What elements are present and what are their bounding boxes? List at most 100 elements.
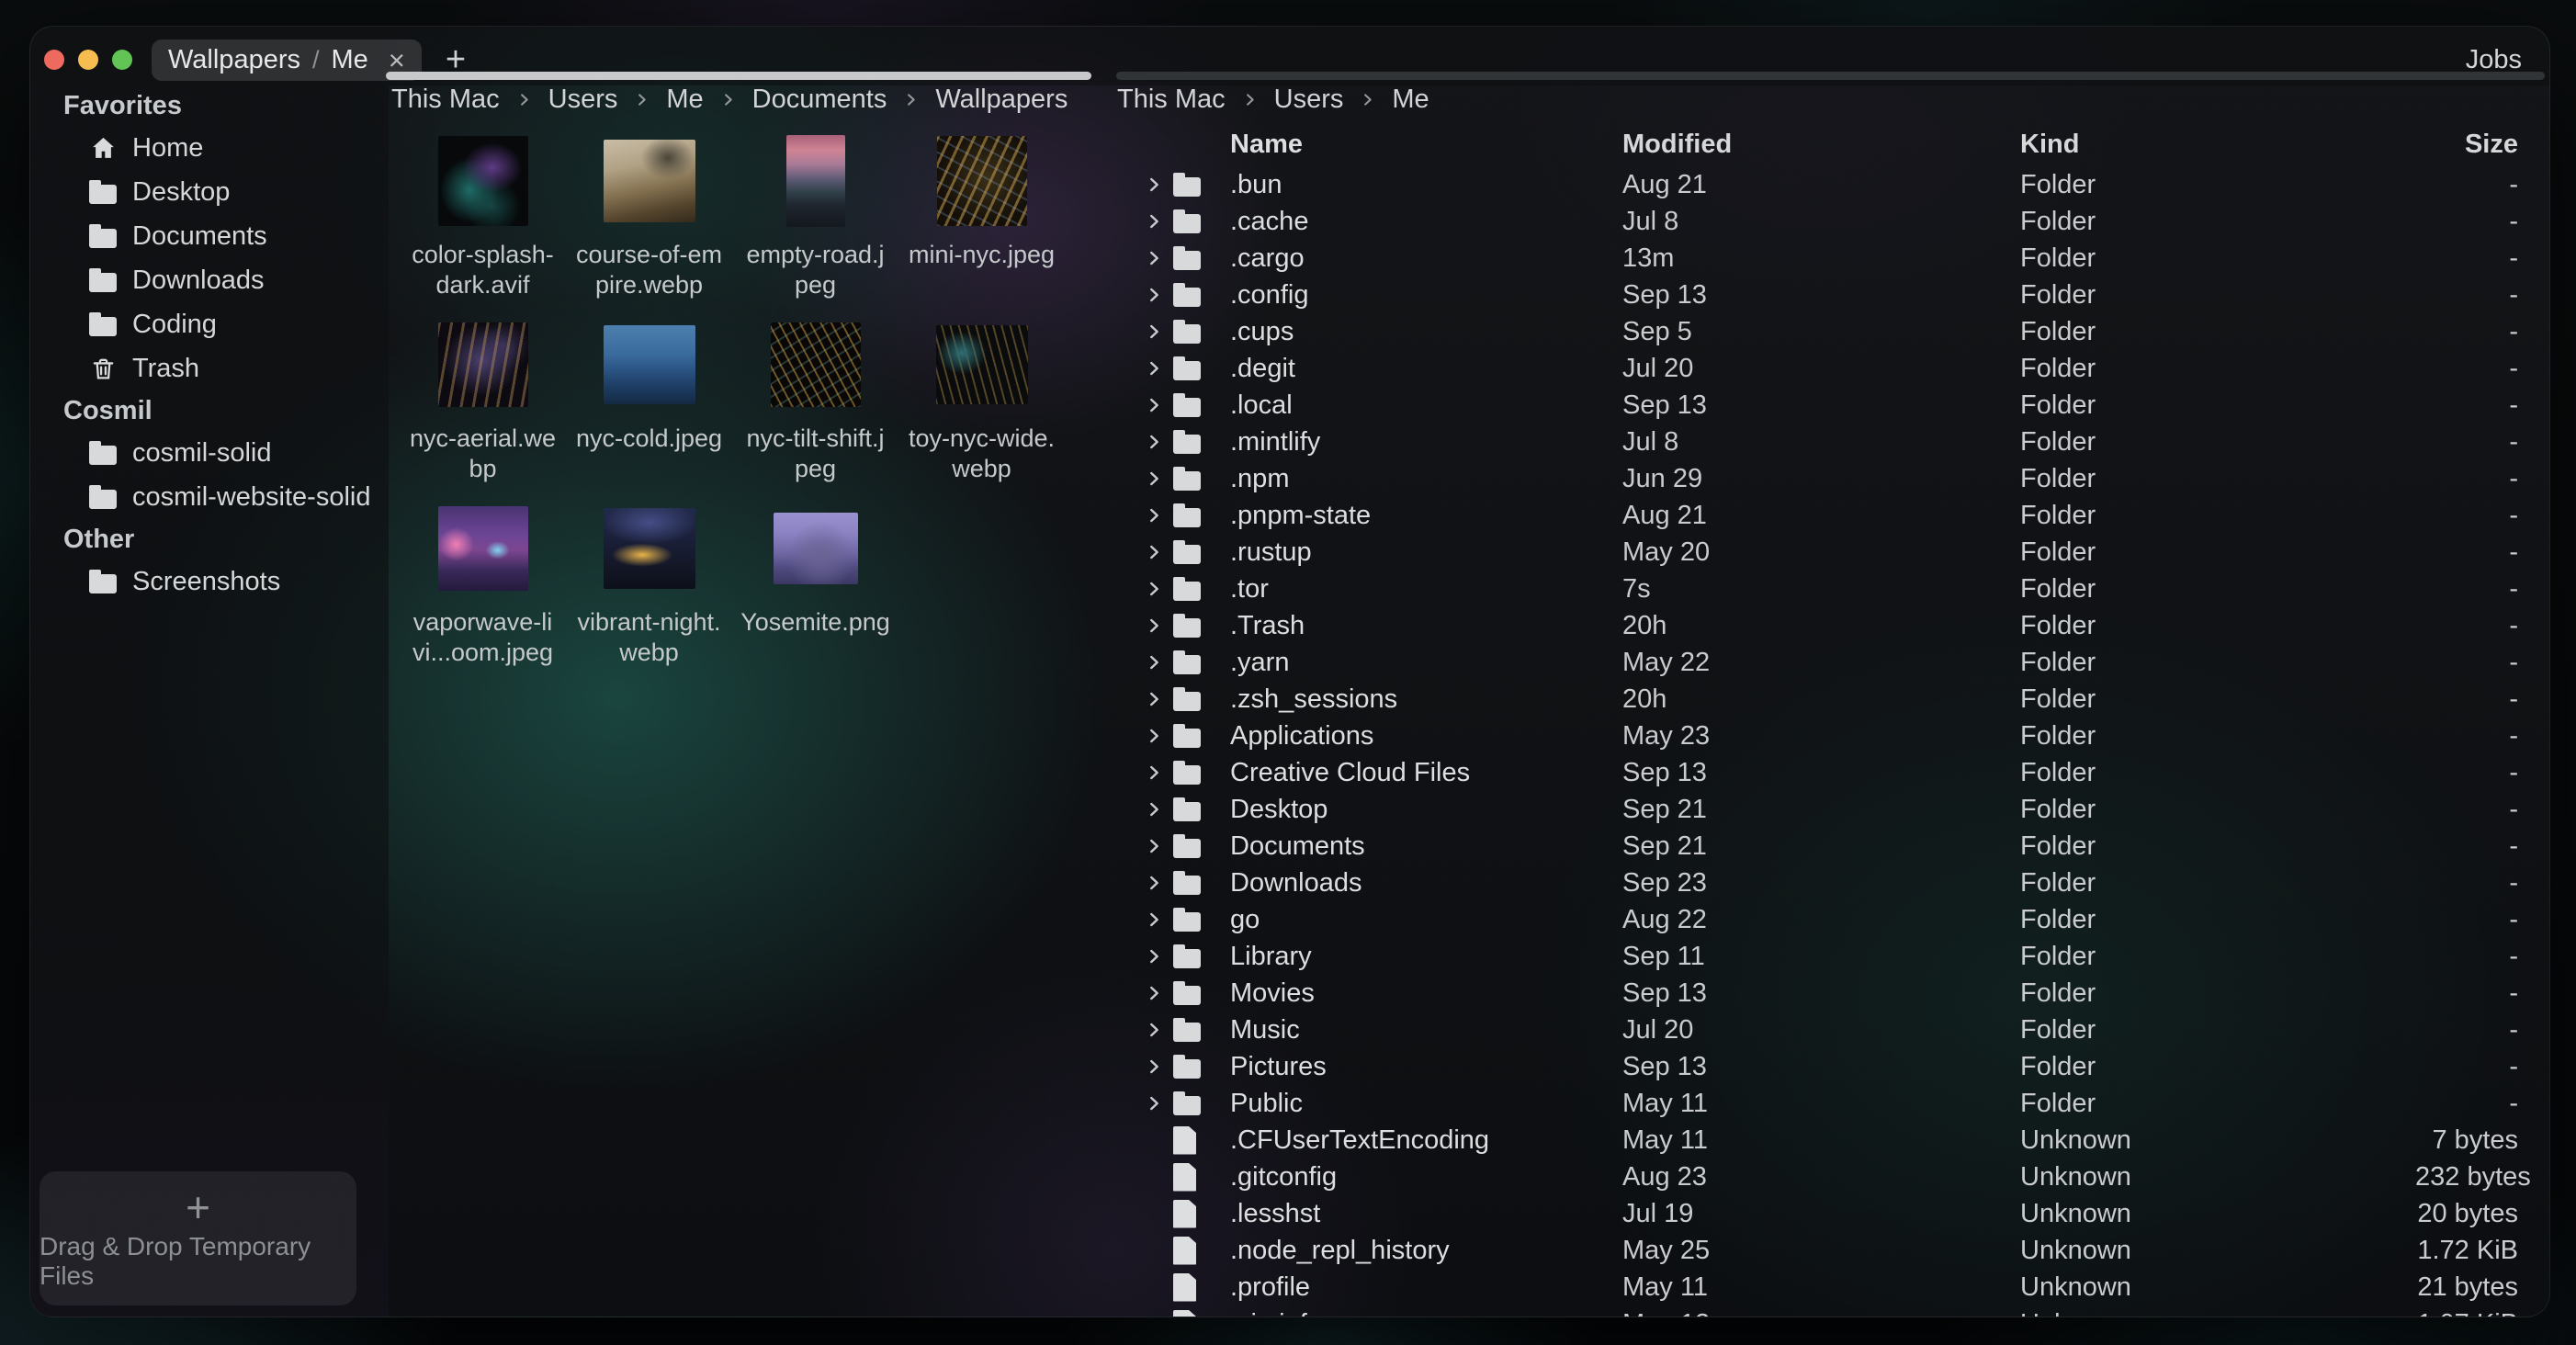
- sidebar-item-desktop[interactable]: Desktop: [30, 170, 389, 214]
- table-row[interactable]: .bunAug 21Folder-: [1129, 166, 2518, 203]
- file-grid-item[interactable]: empty-road.jpeg: [732, 130, 898, 313]
- table-row[interactable]: DownloadsSep 23Folder-: [1129, 865, 2518, 901]
- sidebar-item-downloads[interactable]: Downloads: [30, 258, 389, 302]
- table-row[interactable]: .node_repl_historyMay 25Unknown1.72 KiB: [1129, 1232, 2518, 1269]
- disclosure-chevron-icon[interactable]: [1129, 1057, 1171, 1077]
- breadcrumb-item[interactable]: Users: [548, 85, 618, 115]
- tab-wallpapers-me[interactable]: Wallpapers / Me ×: [152, 40, 422, 81]
- table-row[interactable]: .cupsSep 5Folder-: [1129, 313, 2518, 350]
- row-modified: May 11: [1622, 1125, 2020, 1156]
- sidebar-item-documents[interactable]: Documents: [30, 214, 389, 258]
- disclosure-chevron-icon[interactable]: [1129, 763, 1171, 783]
- sidebar-item-screenshots[interactable]: Screenshots: [30, 559, 389, 604]
- disclosure-chevron-icon[interactable]: [1129, 211, 1171, 232]
- disclosure-chevron-icon[interactable]: [1129, 432, 1171, 452]
- breadcrumb-item[interactable]: Me: [1392, 85, 1429, 115]
- disclosure-chevron-icon[interactable]: [1129, 1093, 1171, 1113]
- disclosure-chevron-icon[interactable]: [1129, 285, 1171, 305]
- column-header-modified[interactable]: Modified: [1622, 130, 2020, 160]
- column-header-kind[interactable]: Kind: [2020, 130, 2415, 160]
- disclosure-chevron-icon[interactable]: [1129, 873, 1171, 893]
- table-row[interactable]: .Trash20hFolder-: [1129, 607, 2518, 644]
- file-grid-item[interactable]: toy-nyc-wide.webp: [898, 313, 1065, 497]
- breadcrumb-item[interactable]: Me: [666, 85, 703, 115]
- table-row[interactable]: DocumentsSep 21Folder-: [1129, 828, 2518, 865]
- disclosure-chevron-icon[interactable]: [1129, 358, 1171, 379]
- table-row[interactable]: ApplicationsMay 23Folder-: [1129, 718, 2518, 754]
- breadcrumb-item[interactable]: Wallpapers: [935, 85, 1068, 115]
- table-row[interactable]: .npmJun 29Folder-: [1129, 460, 2518, 497]
- table-row[interactable]: PublicMay 11Folder-: [1129, 1085, 2518, 1122]
- disclosure-chevron-icon[interactable]: [1129, 689, 1171, 709]
- table-row[interactable]: .profileMay 11Unknown21 bytes: [1129, 1269, 2518, 1305]
- table-row[interactable]: .gitconfigAug 23Unknown232 bytes: [1129, 1159, 2518, 1195]
- breadcrumb-item[interactable]: Users: [1274, 85, 1344, 115]
- file-grid-item[interactable]: nyc-tilt-shift.jpeg: [732, 313, 898, 497]
- table-row[interactable]: .degitJul 20Folder-: [1129, 350, 2518, 387]
- disclosure-chevron-icon[interactable]: [1129, 1020, 1171, 1040]
- column-header-name[interactable]: Name: [1217, 130, 1622, 160]
- close-window-button[interactable]: [44, 50, 64, 70]
- disclosure-chevron-icon[interactable]: [1129, 469, 1171, 489]
- table-row[interactable]: goAug 22Folder-: [1129, 901, 2518, 938]
- table-row[interactable]: LibrarySep 11Folder-: [1129, 938, 2518, 975]
- tab-close-icon[interactable]: ×: [389, 46, 405, 74]
- table-row[interactable]: PicturesSep 13Folder-: [1129, 1048, 2518, 1085]
- table-row[interactable]: .localSep 13Folder-: [1129, 387, 2518, 424]
- zoom-window-button[interactable]: [112, 50, 132, 70]
- disclosure-chevron-icon[interactable]: [1129, 248, 1171, 268]
- table-row[interactable]: .yarnMay 22Folder-: [1129, 644, 2518, 681]
- file-thumbnail: [774, 513, 858, 584]
- table-row[interactable]: MusicJul 20Folder-: [1129, 1012, 2518, 1048]
- row-name: .pnpm-state: [1217, 501, 1622, 531]
- table-row[interactable]: MoviesSep 13Folder-: [1129, 975, 2518, 1012]
- table-row[interactable]: .lesshstJul 19Unknown20 bytes: [1129, 1195, 2518, 1232]
- folder-icon: [1171, 650, 1217, 674]
- disclosure-chevron-icon[interactable]: [1129, 616, 1171, 636]
- disclosure-chevron-icon[interactable]: [1129, 652, 1171, 672]
- table-row[interactable]: .CFUserTextEncodingMay 11Unknown7 bytes: [1129, 1122, 2518, 1159]
- table-row[interactable]: .viminfoMay 12Unknown1.07 KiB: [1129, 1305, 2518, 1317]
- table-row[interactable]: .cargo13mFolder-: [1129, 240, 2518, 277]
- disclosure-chevron-icon[interactable]: [1129, 946, 1171, 966]
- breadcrumb-item[interactable]: Documents: [752, 85, 887, 115]
- disclosure-chevron-icon[interactable]: [1129, 836, 1171, 856]
- file-grid-item[interactable]: mini-nyc.jpeg: [898, 130, 1065, 313]
- table-row[interactable]: .tor7sFolder-: [1129, 571, 2518, 607]
- table-row[interactable]: .configSep 13Folder-: [1129, 277, 2518, 313]
- disclosure-chevron-icon[interactable]: [1129, 983, 1171, 1003]
- sidebar-item-trash[interactable]: Trash: [30, 346, 389, 390]
- file-grid-item[interactable]: vibrant-night.webp: [566, 497, 732, 681]
- minimize-window-button[interactable]: [78, 50, 98, 70]
- sidebar-item-home[interactable]: Home: [30, 126, 389, 170]
- sidebar-item-coding[interactable]: Coding: [30, 302, 389, 346]
- file-grid-item[interactable]: nyc-cold.jpeg: [566, 313, 732, 497]
- table-row[interactable]: .rustupMay 20Folder-: [1129, 534, 2518, 571]
- column-header-size[interactable]: Size: [2415, 130, 2518, 160]
- disclosure-chevron-icon[interactable]: [1129, 799, 1171, 819]
- table-row[interactable]: .mintlifyJul 8Folder-: [1129, 424, 2518, 460]
- file-grid-item[interactable]: color-splash-dark.avif: [400, 130, 566, 313]
- table-row[interactable]: DesktopSep 21Folder-: [1129, 791, 2518, 828]
- disclosure-chevron-icon[interactable]: [1129, 175, 1171, 195]
- disclosure-chevron-icon[interactable]: [1129, 579, 1171, 599]
- breadcrumb-item[interactable]: This Mac: [1117, 85, 1226, 115]
- disclosure-chevron-icon[interactable]: [1129, 542, 1171, 562]
- table-row[interactable]: .pnpm-stateAug 21Folder-: [1129, 497, 2518, 534]
- file-grid-item[interactable]: Yosemite.png: [732, 497, 898, 681]
- sidebar-item-cosmil-website-solid[interactable]: cosmil-website-solid: [30, 475, 389, 519]
- disclosure-chevron-icon[interactable]: [1129, 726, 1171, 746]
- disclosure-chevron-icon[interactable]: [1129, 910, 1171, 930]
- disclosure-chevron-icon[interactable]: [1129, 505, 1171, 526]
- table-row[interactable]: .cacheJul 8Folder-: [1129, 203, 2518, 240]
- file-grid-item[interactable]: nyc-aerial.webp: [400, 313, 566, 497]
- table-row[interactable]: Creative Cloud FilesSep 13Folder-: [1129, 754, 2518, 791]
- breadcrumb-item[interactable]: This Mac: [391, 85, 500, 115]
- temp-files-dropzone[interactable]: + Drag & Drop Temporary Files: [40, 1171, 356, 1305]
- disclosure-chevron-icon[interactable]: [1129, 322, 1171, 342]
- file-grid-item[interactable]: course-of-empire.webp: [566, 130, 732, 313]
- sidebar-item-cosmil-solid[interactable]: cosmil-solid: [30, 431, 389, 475]
- disclosure-chevron-icon[interactable]: [1129, 395, 1171, 415]
- table-row[interactable]: .zsh_sessions20hFolder-: [1129, 681, 2518, 718]
- file-grid-item[interactable]: vaporwave-livi...oom.jpeg: [400, 497, 566, 681]
